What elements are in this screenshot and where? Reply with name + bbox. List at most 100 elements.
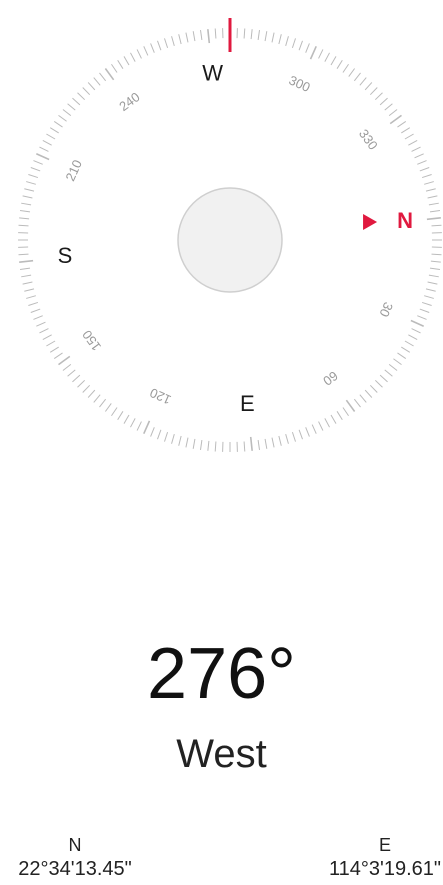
dial-tick bbox=[171, 36, 175, 46]
dial-tick bbox=[164, 431, 169, 442]
dial-tick bbox=[99, 398, 107, 408]
dial-tick bbox=[285, 36, 289, 46]
dial-tick bbox=[82, 87, 91, 96]
dial-tick bbox=[72, 97, 81, 106]
dial-tick bbox=[384, 369, 393, 377]
dial-tick bbox=[62, 363, 72, 371]
dial-tick bbox=[271, 32, 275, 43]
dial-tick bbox=[411, 328, 421, 334]
dial-tick bbox=[18, 253, 29, 256]
dial-tick bbox=[264, 438, 268, 449]
latitude-block: N 22°34'13.45" bbox=[0, 834, 150, 882]
dial-degree-number: 150 bbox=[79, 327, 104, 353]
dial-tick bbox=[364, 389, 373, 398]
dial-tick bbox=[117, 411, 124, 421]
dial-tick bbox=[431, 224, 442, 227]
dial-tick bbox=[298, 429, 303, 440]
dial-tick bbox=[130, 52, 136, 62]
dial-tick bbox=[192, 438, 196, 449]
cardinal-west: W bbox=[202, 61, 223, 86]
dial-tick bbox=[111, 407, 118, 417]
dial-tick bbox=[123, 414, 130, 424]
dial-tick bbox=[389, 114, 402, 125]
dial-tick bbox=[278, 435, 282, 446]
dial-tick bbox=[77, 92, 86, 101]
dial-tick bbox=[379, 97, 388, 106]
cardinal-east: E bbox=[240, 391, 255, 416]
dial-tick bbox=[324, 418, 330, 428]
dial-tick bbox=[427, 195, 438, 199]
latitude-label: N bbox=[68, 835, 82, 855]
dial-tick bbox=[364, 82, 373, 91]
dial-tick bbox=[359, 394, 367, 403]
dial-tick bbox=[93, 394, 101, 403]
dial-tick bbox=[429, 210, 441, 213]
dial-tick bbox=[19, 210, 31, 213]
dial-tick bbox=[285, 434, 289, 444]
dial-tick bbox=[58, 355, 71, 366]
dial-tick bbox=[24, 288, 35, 292]
dial-tick bbox=[104, 68, 115, 81]
dial-tick bbox=[250, 29, 253, 40]
dial-tick bbox=[30, 308, 41, 313]
dial-tick bbox=[136, 49, 142, 59]
dial-tick bbox=[421, 174, 432, 179]
dial-tick bbox=[117, 59, 124, 69]
dial-tick bbox=[404, 133, 414, 140]
dial-tick bbox=[26, 295, 36, 299]
dial-tick bbox=[150, 427, 155, 437]
dial-tick bbox=[62, 109, 72, 117]
triangle-right-icon bbox=[363, 214, 378, 231]
dial-tick bbox=[200, 29, 203, 41]
dial-tick bbox=[53, 352, 63, 359]
dial-tick bbox=[374, 92, 383, 101]
dial-tick bbox=[428, 274, 439, 278]
dial-tick bbox=[192, 31, 196, 42]
dial-tick bbox=[384, 103, 393, 111]
dial-tick bbox=[353, 72, 361, 82]
dial-tick bbox=[22, 195, 33, 199]
dial-tick bbox=[404, 340, 414, 347]
dial-tick bbox=[421, 301, 432, 306]
dial-tick bbox=[111, 63, 118, 73]
dial-tick bbox=[18, 224, 29, 227]
dial-tick bbox=[22, 281, 33, 285]
dial-tick bbox=[305, 43, 310, 53]
dial-tick bbox=[99, 72, 107, 82]
dial-tick bbox=[424, 295, 434, 299]
dial-tick bbox=[388, 363, 398, 371]
dial-degree-number: 330 bbox=[356, 126, 381, 152]
dial-tick bbox=[36, 153, 50, 161]
dial-tick bbox=[424, 181, 434, 185]
dial-tick bbox=[311, 424, 317, 434]
dial-tick bbox=[30, 167, 41, 172]
dial-tick bbox=[330, 414, 337, 424]
dial-tick bbox=[72, 374, 81, 383]
dial-tick bbox=[143, 46, 149, 56]
dial-tick bbox=[21, 274, 32, 278]
dial-tick bbox=[19, 217, 30, 220]
dial-tick bbox=[429, 267, 441, 270]
dial-tick bbox=[359, 77, 367, 86]
dial-degree-number: 210 bbox=[62, 157, 85, 183]
dial-tick bbox=[428, 202, 439, 206]
dial-tick bbox=[49, 346, 59, 353]
dial-tick bbox=[143, 420, 151, 434]
dial-degree-number: 300 bbox=[287, 72, 313, 95]
dial-tick bbox=[171, 434, 175, 444]
dial-tick bbox=[425, 188, 436, 192]
heading-direction: West bbox=[176, 732, 267, 776]
dial-tick bbox=[93, 77, 101, 86]
dial-tick bbox=[401, 127, 411, 134]
dial-tick bbox=[249, 436, 253, 451]
dial-degree-number: 120 bbox=[147, 385, 173, 408]
dial-tick bbox=[408, 334, 418, 340]
cardinal-north: N bbox=[397, 208, 413, 233]
dial-tick bbox=[243, 28, 246, 39]
dial-tick bbox=[104, 403, 112, 412]
dial-tick bbox=[42, 140, 52, 146]
dial-tick bbox=[87, 389, 96, 398]
dial-tick bbox=[19, 267, 31, 270]
dial-tick bbox=[353, 398, 361, 408]
dial-tick bbox=[24, 188, 35, 192]
